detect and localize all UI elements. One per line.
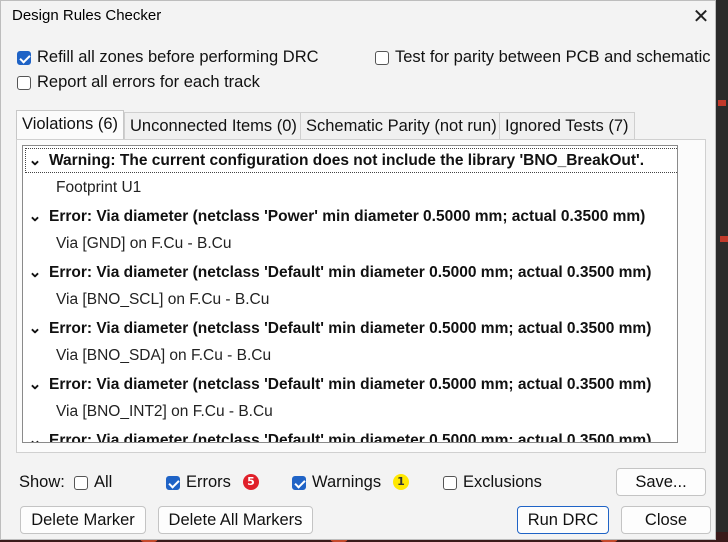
show-warnings-option[interactable]: Warnings	[292, 473, 381, 492]
refill-zones-label: Refill all zones before performing DRC	[37, 48, 319, 66]
show-exclusions-option[interactable]: Exclusions	[443, 473, 542, 492]
violation-row[interactable]: ⌄ Error: Via diameter (netclass 'Default'…	[23, 319, 652, 338]
error-count-badge: 5	[243, 474, 259, 490]
show-errors-checkbox[interactable]	[166, 475, 180, 490]
report-all-errors-checkbox[interactable]	[17, 75, 31, 90]
show-all-checkbox[interactable]	[74, 475, 88, 490]
window-title: Design Rules Checker	[12, 7, 162, 24]
violation-item[interactable]: Via [BNO_SCL] on F.Cu - B.Cu	[56, 291, 269, 309]
collapse-chevron-icon[interactable]: ⌄	[28, 263, 42, 282]
violations-list[interactable]: ⌄ Warning: The current configuration does…	[22, 145, 678, 443]
collapse-chevron-icon[interactable]: ⌄	[28, 319, 42, 338]
violation-row[interactable]: ⌄ Error: Via diameter (netclass 'Default'…	[23, 375, 652, 394]
close-button[interactable]: Close	[621, 506, 711, 534]
tab-ignored-tests[interactable]: Ignored Tests (7)	[499, 112, 635, 139]
violation-item[interactable]: Via [GND] on F.Cu - B.Cu	[56, 235, 231, 253]
tab-unconnected-items[interactable]: Unconnected Items (0)	[124, 112, 303, 139]
run-drc-button[interactable]: Run DRC	[517, 506, 609, 534]
violation-item[interactable]: Footprint U1	[56, 179, 141, 197]
show-errors-label: Errors	[186, 473, 231, 491]
show-all-label: All	[94, 473, 113, 491]
violation-item[interactable]: Via [BNO_SDA] on F.Cu - B.Cu	[56, 347, 271, 365]
tab-violations[interactable]: Violations (6)	[16, 110, 124, 140]
background-marker	[718, 100, 726, 106]
refill-zones-checkbox[interactable]	[17, 50, 31, 65]
collapse-chevron-icon[interactable]: ⌄	[28, 207, 42, 226]
drc-dialog: Design Rules Checker ✕ Refill all zones …	[0, 0, 716, 540]
save-button[interactable]: Save...	[616, 468, 706, 496]
violation-text: Error: Via diameter (netclass 'Default' …	[49, 376, 652, 393]
tab-schematic-parity[interactable]: Schematic Parity (not run)	[300, 112, 503, 139]
delete-marker-button[interactable]: Delete Marker	[20, 506, 146, 534]
violation-text: Error: Via diameter (netclass 'Default' …	[49, 264, 652, 281]
report-all-errors-option[interactable]: Report all errors for each track	[17, 73, 260, 92]
report-all-errors-label: Report all errors for each track	[37, 73, 260, 91]
violation-item[interactable]: Via [BNO_INT2] on F.Cu - B.Cu	[56, 403, 273, 421]
violation-text: Error: Via diameter (netclass 'Default' …	[49, 432, 652, 443]
show-warnings-label: Warnings	[312, 473, 382, 491]
show-errors-option[interactable]: Errors	[166, 473, 231, 492]
violation-row[interactable]: ⌄ Error: Via diameter (netclass 'Default'…	[23, 431, 652, 443]
warning-count-badge: 1	[393, 474, 409, 490]
collapse-chevron-icon[interactable]: ⌄	[28, 431, 42, 442]
close-window-button[interactable]: ✕	[689, 5, 713, 27]
violation-text: Error: Via diameter (netclass 'Power' mi…	[49, 208, 646, 225]
background-marker	[720, 236, 728, 242]
refill-zones-option[interactable]: Refill all zones before performing DRC	[17, 48, 319, 67]
delete-all-markers-button[interactable]: Delete All Markers	[158, 506, 313, 534]
violation-text: Warning: The current configuration does …	[49, 152, 644, 169]
title-bar: Design Rules Checker ✕	[1, 1, 715, 31]
collapse-chevron-icon[interactable]: ⌄	[28, 151, 42, 170]
show-warnings-checkbox[interactable]	[292, 475, 306, 490]
test-parity-label: Test for parity between PCB and schemati…	[395, 48, 711, 66]
violation-row[interactable]: ⌄ Warning: The current configuration does…	[23, 151, 645, 170]
violation-row[interactable]: ⌄ Error: Via diameter (netclass 'Default'…	[23, 263, 652, 282]
test-parity-option[interactable]: Test for parity between PCB and schemati…	[375, 48, 710, 67]
show-label: Show:	[19, 473, 65, 491]
show-all-option[interactable]: All	[74, 473, 112, 492]
test-parity-checkbox[interactable]	[375, 50, 389, 65]
collapse-chevron-icon[interactable]: ⌄	[28, 375, 42, 394]
violation-text: Error: Via diameter (netclass 'Default' …	[49, 320, 652, 337]
violation-row[interactable]: ⌄ Error: Via diameter (netclass 'Power' m…	[23, 207, 646, 226]
show-exclusions-label: Exclusions	[463, 473, 542, 491]
show-exclusions-checkbox[interactable]	[443, 475, 457, 490]
